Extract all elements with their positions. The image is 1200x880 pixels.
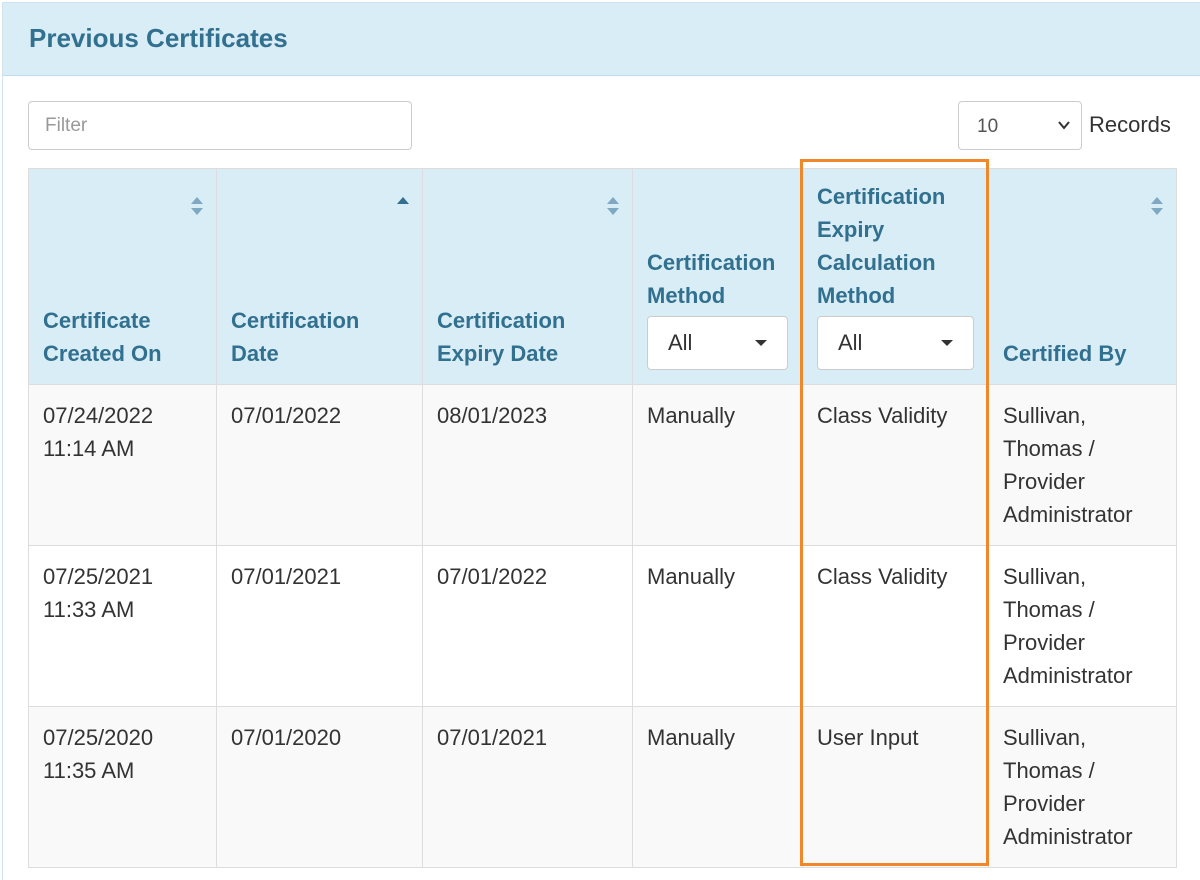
chevron-down-icon [1058, 121, 1070, 130]
records-per-page-value: 10 [977, 116, 999, 137]
caret-down-icon [755, 340, 767, 346]
col-header-created-on[interactable]: Certificate Created On [28, 168, 217, 385]
cell-certified-by: Sullivan, Thomas / Provider Administrato… [988, 545, 1177, 707]
certificates-table: Certificate Created On Certification Dat… [28, 168, 1177, 868]
cell-expiry-date: 08/01/2023 [422, 384, 633, 546]
method-filter-dropdown[interactable]: All [647, 316, 788, 370]
cell-calc-method: Class Validity [802, 384, 989, 546]
col-header-label: Certification Expiry Date [437, 308, 566, 366]
records-label: Records [1089, 112, 1171, 137]
table-header-row: Certificate Created On Certification Dat… [28, 168, 1177, 385]
col-header-label: Certificate Created On [43, 308, 162, 366]
cell-expiry-date: 07/01/2022 [422, 545, 633, 707]
cell-cert-date: 07/01/2021 [216, 545, 423, 707]
caret-down-icon [941, 340, 953, 346]
cell-calc-method: User Input [802, 706, 989, 868]
sort-both-icon[interactable] [1150, 195, 1164, 217]
cell-certified-by: Sullivan, Thomas / Provider Administrato… [988, 706, 1177, 868]
col-header-method: Certification Method All [632, 168, 803, 385]
col-header-certified-by[interactable]: Certified By [988, 168, 1177, 385]
cell-calc-method: Class Validity [802, 545, 989, 707]
cell-cert-date: 07/01/2020 [216, 706, 423, 868]
cell-method: Manually [632, 545, 803, 707]
sort-both-icon[interactable] [190, 195, 204, 217]
panel-title: Previous Certificates [29, 23, 288, 53]
col-header-cert-date[interactable]: Certification Date [216, 168, 423, 385]
table-row: 07/24/2022 11:14 AM 07/01/2022 08/01/202… [28, 384, 1177, 546]
col-header-label: Certified By [1003, 341, 1127, 366]
cell-created-on: 07/24/2022 11:14 AM [28, 384, 217, 546]
cell-created-on: 07/25/2021 11:33 AM [28, 545, 217, 707]
sort-asc-icon[interactable] [396, 195, 410, 217]
calc-method-filter-value: All [838, 330, 863, 355]
cell-method: Manually [632, 706, 803, 868]
cell-cert-date: 07/01/2022 [216, 384, 423, 546]
cell-method: Manually [632, 384, 803, 546]
cell-certified-by: Sullivan, Thomas / Provider Administrato… [988, 384, 1177, 546]
sort-both-icon[interactable] [606, 195, 620, 217]
cell-created-on: 07/25/2020 11:35 AM [28, 706, 217, 868]
table-row: 07/25/2021 11:33 AM 07/01/2021 07/01/202… [28, 545, 1177, 707]
filter-input[interactable] [28, 101, 412, 150]
records-per-page-select[interactable]: 10 [958, 101, 1082, 150]
method-filter-value: All [668, 330, 693, 355]
col-header-expiry-date[interactable]: Certification Expiry Date [422, 168, 633, 385]
table-row: 07/25/2020 11:35 AM 07/01/2020 07/01/202… [28, 706, 1177, 868]
calc-method-filter-dropdown[interactable]: All [817, 316, 974, 370]
panel-header: Previous Certificates [3, 3, 1200, 76]
col-header-calc-method: Certification Expiry Calculation Method … [802, 168, 989, 385]
col-header-label: Certification Expiry Calculation Method [817, 184, 946, 308]
col-header-label: Certification Date [231, 308, 360, 366]
cell-expiry-date: 07/01/2021 [422, 706, 633, 868]
col-header-label: Certification Method [647, 250, 776, 308]
